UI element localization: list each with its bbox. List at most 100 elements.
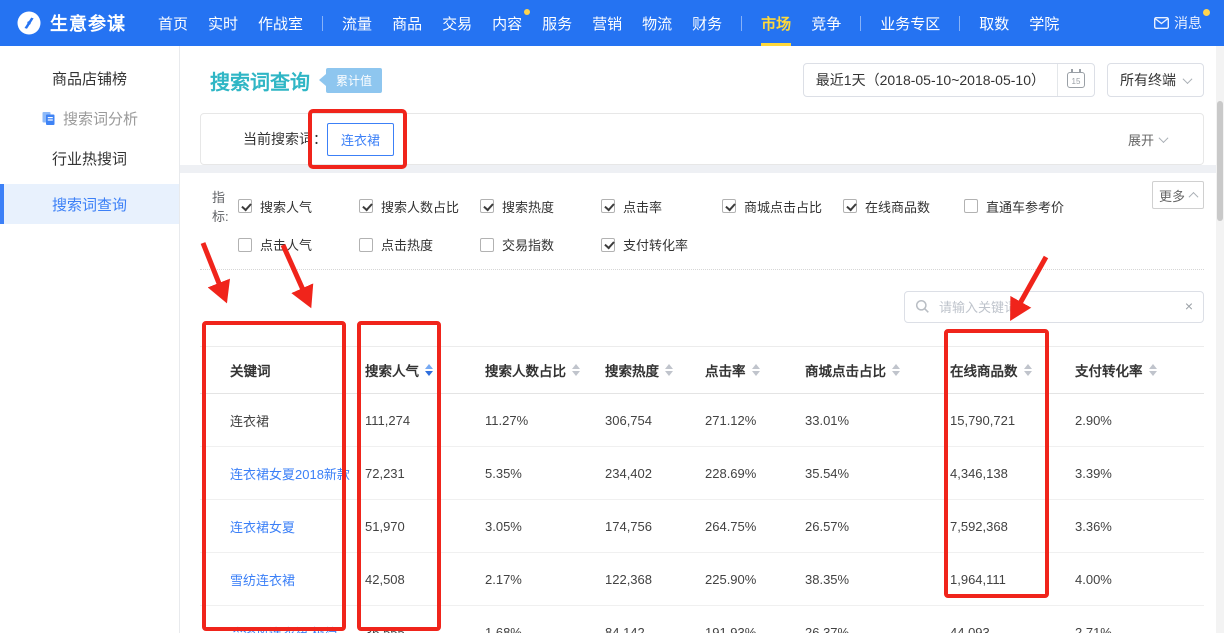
- app-logo[interactable]: 生意参谋: [16, 10, 126, 36]
- dotted-divider: [200, 269, 1204, 270]
- keyword-cell[interactable]: 冷淡风连衣裙 极简: [200, 623, 365, 633]
- terminal-select[interactable]: 所有终端: [1107, 63, 1204, 97]
- sidebar-item-industry-hot-search[interactable]: 行业热搜词: [0, 138, 179, 178]
- sidebar-item-product-shop-rank[interactable]: 商品店铺榜: [0, 58, 179, 98]
- keyword-search-box: ×: [904, 291, 1204, 323]
- column-header-label: 支付转化率: [1075, 360, 1143, 380]
- nav-item-academy[interactable]: 学院: [1019, 0, 1069, 46]
- sort-up-arrow: [665, 364, 673, 369]
- current-keyword-tag[interactable]: 连衣裙: [327, 123, 394, 156]
- nav-item-market[interactable]: 市场: [751, 0, 801, 46]
- value-cell: 36,555: [365, 625, 485, 633]
- metric-checkbox-search-heat[interactable]: 搜索热度: [480, 197, 601, 216]
- nav-item-war-room[interactable]: 作战室: [248, 0, 313, 46]
- value-cell: 271.12%: [705, 413, 805, 428]
- column-header-mall-click-ratio[interactable]: 商城点击占比: [805, 360, 950, 380]
- sidebar-item-search-term-analysis[interactable]: 搜索词分析: [0, 98, 179, 138]
- chevron-down-icon: [1159, 133, 1169, 143]
- cumulative-badge: 累计值: [326, 68, 382, 93]
- scrollbar-thumb[interactable]: [1217, 101, 1223, 221]
- table-row: 连衣裙111,27411.27%306,754271.12%33.01%15,7…: [200, 394, 1204, 447]
- metric-checkbox-mall-click-ratio[interactable]: 商城点击占比: [722, 197, 843, 216]
- sort-icon: [665, 364, 673, 376]
- value-cell: 42,508: [365, 572, 485, 587]
- page-title: 搜索词查询: [210, 66, 310, 95]
- expand-button[interactable]: 展开: [1128, 130, 1167, 149]
- sort-up-arrow: [892, 364, 900, 369]
- checkbox-icon: [964, 199, 978, 213]
- value-cell: 11.27%: [485, 413, 605, 428]
- column-header-search-heat[interactable]: 搜索热度: [605, 360, 705, 380]
- value-cell: 122,368: [605, 572, 705, 587]
- value-cell: 1,964,111: [950, 572, 1075, 587]
- keyword-cell[interactable]: 雪纺连衣裙: [200, 570, 365, 589]
- column-header-label: 点击率: [705, 360, 746, 380]
- column-header-search-popularity[interactable]: 搜索人气: [365, 360, 485, 380]
- current-search-panel: 当前搜索词： 连衣裙 展开: [200, 113, 1204, 165]
- metric-label: 支付转化率: [623, 235, 688, 254]
- metric-checkbox-search-user-ratio[interactable]: 搜索人数占比: [359, 197, 480, 216]
- top-nav: 生意参谋 首页实时作战室流量商品交易内容服务营销物流财务市场竞争业务专区取数学院…: [0, 0, 1224, 46]
- nav-item-data-fetch[interactable]: 取数: [969, 0, 1019, 46]
- metric-checkbox-click-heat[interactable]: 点击热度: [359, 235, 480, 254]
- column-header-label: 搜索人数占比: [485, 360, 566, 380]
- checkbox-icon: [480, 199, 494, 213]
- keyword-cell: 连衣裙: [200, 411, 365, 430]
- clear-input-icon[interactable]: ×: [1185, 298, 1193, 314]
- metric-checkbox-click-popularity[interactable]: 点击人气: [238, 235, 359, 254]
- nav-item-logistics[interactable]: 物流: [632, 0, 682, 46]
- sidebar-item-search-term-query[interactable]: 搜索词查询: [0, 184, 179, 224]
- checkbox-icon: [601, 238, 615, 252]
- more-label: 更多: [1159, 186, 1185, 205]
- table-row: 雪纺连衣裙42,5082.17%122,368225.90%38.35%1,96…: [200, 553, 1204, 606]
- column-header-payment-conversion[interactable]: 支付转化率: [1075, 360, 1204, 380]
- metric-checkbox-trade-index[interactable]: 交易指数: [480, 235, 601, 254]
- value-cell: 4,346,138: [950, 466, 1075, 481]
- checkbox-icon: [238, 238, 252, 252]
- column-header-label: 在线商品数: [950, 360, 1018, 380]
- nav-item-business-zone[interactable]: 业务专区: [870, 0, 950, 46]
- value-cell: 35.54%: [805, 466, 950, 481]
- column-header-click-rate[interactable]: 点击率: [705, 360, 805, 380]
- column-header-search-user-ratio[interactable]: 搜索人数占比: [485, 360, 605, 380]
- value-cell: 2.17%: [485, 572, 605, 587]
- calendar-icon: 15: [1067, 72, 1085, 88]
- nav-item-home[interactable]: 首页: [148, 0, 198, 46]
- messages-button[interactable]: 消息: [1154, 13, 1208, 33]
- nav-item-marketing[interactable]: 营销: [582, 0, 632, 46]
- nav-item-finance[interactable]: 财务: [682, 0, 732, 46]
- sort-down-arrow: [572, 371, 580, 376]
- nav-item-traffic[interactable]: 流量: [332, 0, 382, 46]
- keyword-cell[interactable]: 连衣裙女夏: [200, 517, 365, 536]
- metric-checkbox-payment-conversion[interactable]: 支付转化率: [601, 235, 722, 254]
- sort-up-arrow: [425, 364, 433, 369]
- column-header-label: 搜索热度: [605, 360, 659, 380]
- nav-item-content[interactable]: 内容: [482, 0, 532, 46]
- metric-checkbox-click-rate[interactable]: 点击率: [601, 197, 722, 216]
- value-cell: 51,970: [365, 519, 485, 534]
- date-range-picker[interactable]: 最近1天（2018-05-10~2018-05-10） 15: [803, 63, 1095, 97]
- nav-item-product[interactable]: 商品: [382, 0, 432, 46]
- keyword-search-input[interactable]: [904, 291, 1204, 323]
- sort-down-arrow: [892, 371, 900, 376]
- sort-icon: [572, 364, 580, 376]
- sort-icon: [892, 364, 900, 376]
- sidebar-item-label: 搜索词查询: [52, 194, 127, 215]
- metric-checkbox-search-popularity[interactable]: 搜索人气: [238, 197, 359, 216]
- keyword-cell[interactable]: 连衣裙女夏2018新款: [200, 464, 365, 483]
- nav-item-realtime[interactable]: 实时: [198, 0, 248, 46]
- chevron-up-icon: [1189, 191, 1199, 201]
- nav-item-service[interactable]: 服务: [532, 0, 582, 46]
- nav-item-competition[interactable]: 竞争: [801, 0, 851, 46]
- more-button[interactable]: 更多: [1152, 181, 1204, 209]
- title-card: 搜索词查询 累计值 最近1天（2018-05-10~2018-05-10） 15…: [180, 46, 1224, 165]
- value-cell: 2.90%: [1075, 413, 1204, 428]
- value-cell: 174,756: [605, 519, 705, 534]
- metric-checkbox-ztc-reference-price[interactable]: 直通车参考价: [964, 197, 1085, 216]
- metrics-row-2: 点击人气点击热度交易指数 支付转化率: [200, 225, 1204, 254]
- column-header-online-products[interactable]: 在线商品数: [950, 360, 1075, 380]
- metrics-label: 指标:: [212, 187, 238, 225]
- nav-item-trade[interactable]: 交易: [432, 0, 482, 46]
- metric-checkbox-online-products[interactable]: 在线商品数: [843, 197, 964, 216]
- value-cell: 306,754: [605, 413, 705, 428]
